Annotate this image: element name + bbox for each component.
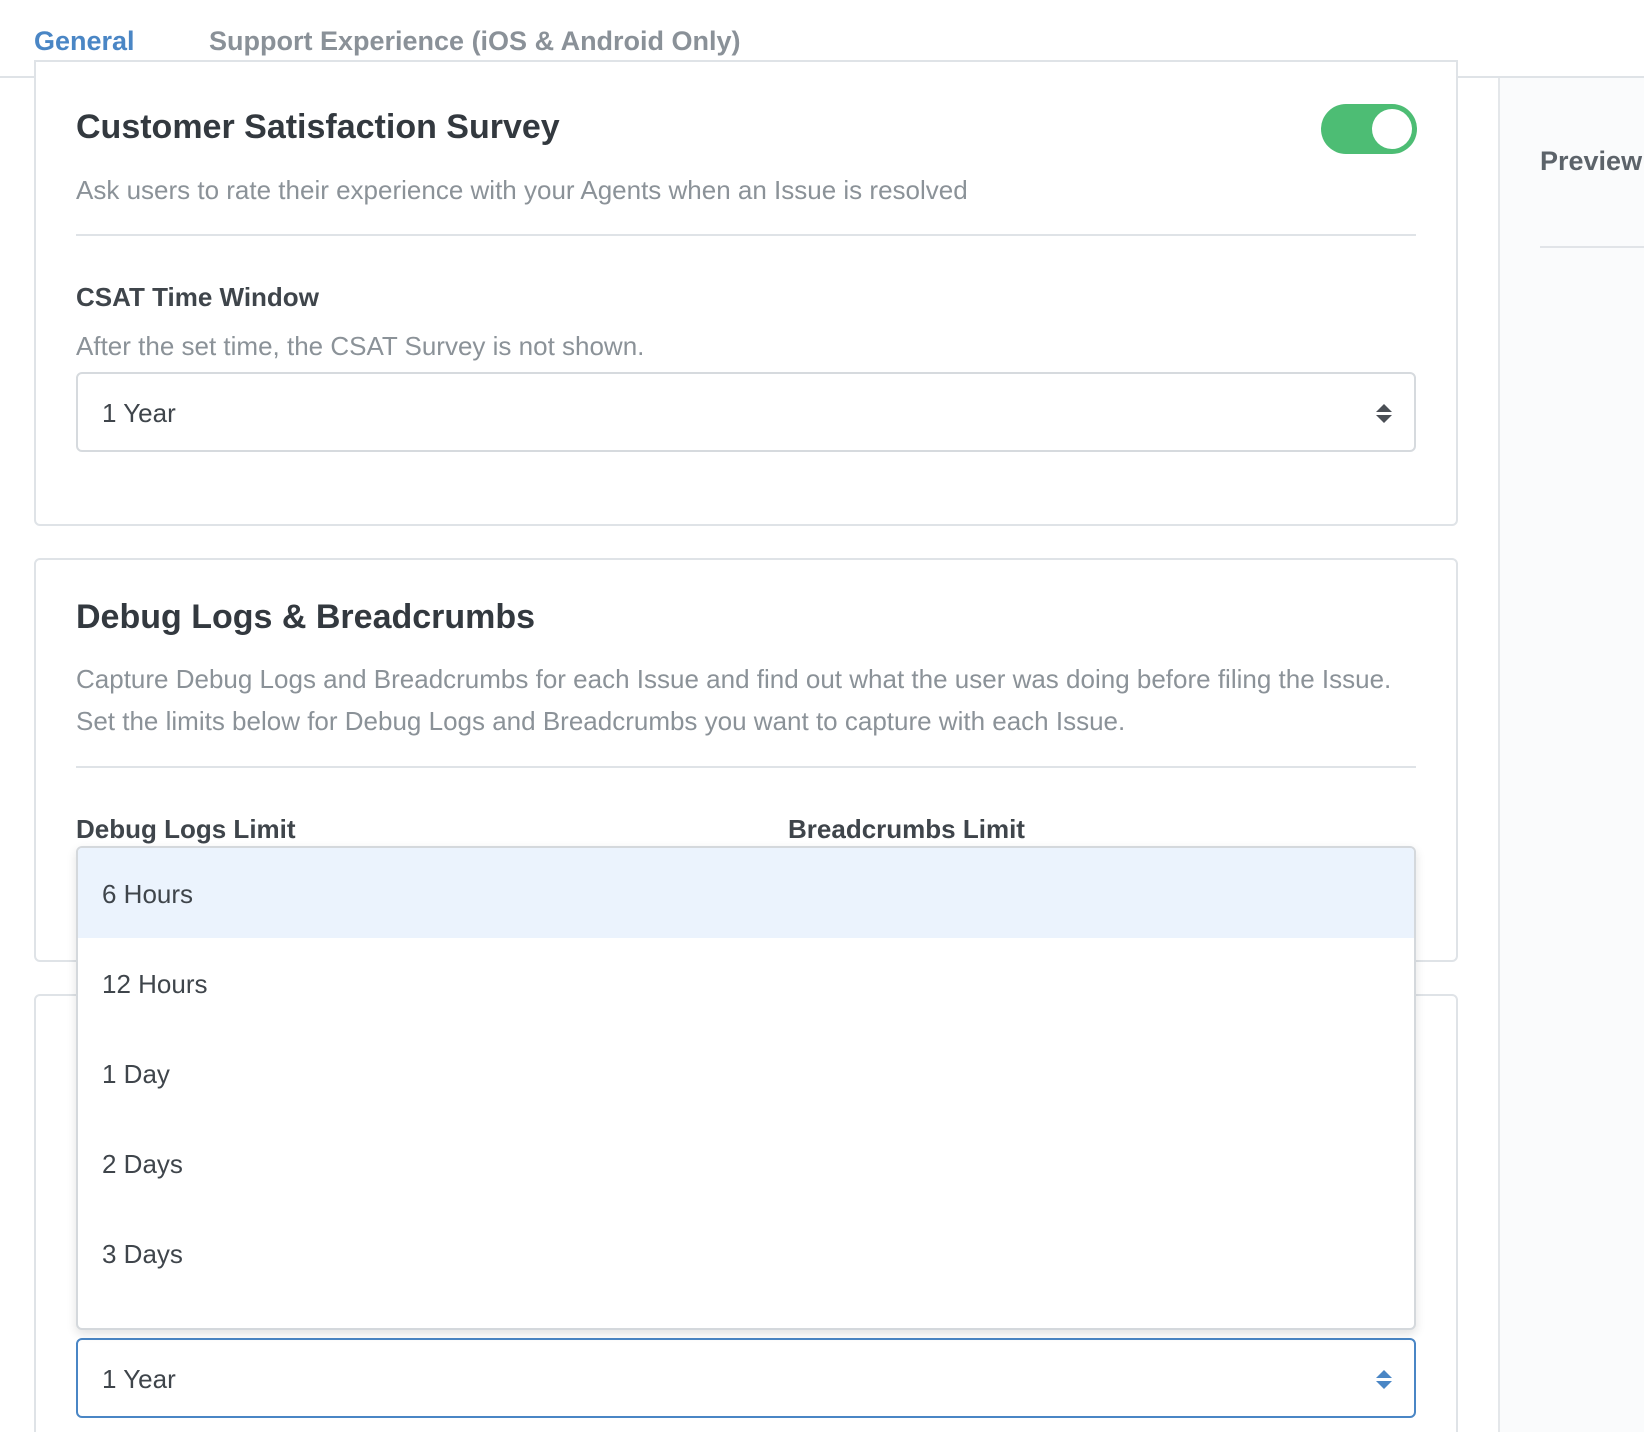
breadcrumbs-limit-label: Breadcrumbs Limit [788,814,1025,844]
select-caret-icon [1376,1370,1392,1390]
dropdown-option[interactable]: 6 Hours [78,848,1414,938]
tab-general[interactable]: General [34,26,135,57]
csat-card: Customer Satisfaction Survey Ask users t… [34,60,1458,526]
tab-support-experience[interactable]: Support Experience (iOS & Android Only) [209,26,741,57]
csat-time-window-value: 1 Year [102,398,176,428]
debug-description-line1: Capture Debug Logs and Breadcrumbs for e… [76,664,1392,694]
dropdown-option[interactable]: 12 Hours [78,938,1414,1028]
csat-title: Customer Satisfaction Survey [76,108,560,146]
csat-time-window-label: CSAT Time Window [76,282,319,312]
option-label: 1 Day [102,1059,170,1089]
lower-select-value: 1 Year [102,1364,176,1394]
debug-title: Debug Logs & Breadcrumbs [76,598,536,636]
preview-title: Preview [1540,146,1643,176]
option-label: 2 Days [102,1149,183,1179]
csat-time-window-select[interactable]: 1 Year [76,372,1416,452]
lower-select[interactable]: 1 Year [76,1338,1416,1418]
csat-divider [76,234,1416,236]
dropdown-option[interactable]: 3 Days [78,1208,1414,1298]
option-label: 12 Hours [102,969,208,999]
preview-divider [1540,246,1644,248]
dropdown-option[interactable]: 2 Days [78,1118,1414,1208]
debug-description-line2: Set the limits below for Debug Logs and … [76,706,1126,736]
csat-description: Ask users to rate their experience with … [76,175,968,205]
option-label: 3 Days [102,1239,183,1269]
dropdown-option[interactable]: 1 Day [78,1028,1414,1118]
debug-logs-limit-label: Debug Logs Limit [76,814,296,844]
csat-toggle[interactable] [1321,104,1417,154]
limit-dropdown-menu: 6 Hours 12 Hours 1 Day 2 Days 3 Days [76,846,1416,1330]
debug-divider [76,766,1416,768]
toggle-knob [1372,109,1412,149]
select-caret-icon [1376,404,1392,424]
preview-pane: Preview [1498,78,1644,1432]
csat-time-window-help: After the set time, the CSAT Survey is n… [76,331,645,361]
option-label: 6 Hours [102,879,194,909]
